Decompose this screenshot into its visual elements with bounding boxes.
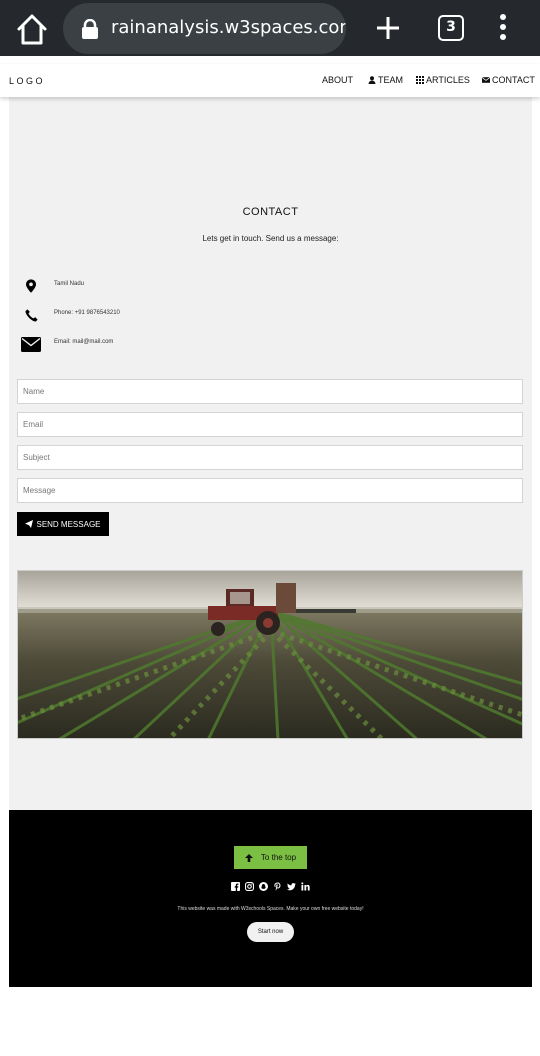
nav-articles-label: ARTICLES bbox=[426, 75, 470, 85]
arrow-up-icon bbox=[244, 853, 253, 862]
instagram-icon[interactable] bbox=[245, 881, 255, 891]
contact-title: CONTACT bbox=[242, 206, 299, 218]
more-vert-icon[interactable] bbox=[498, 14, 508, 42]
envelope-icon bbox=[482, 77, 490, 83]
lock-icon bbox=[81, 18, 99, 39]
envelope-icon bbox=[20, 335, 42, 353]
start-now-button[interactable]: Start now bbox=[247, 922, 294, 942]
site-footer: To the top This website was made with W3… bbox=[9, 810, 532, 987]
tractor-field-image bbox=[17, 570, 523, 739]
contact-subtitle: Lets get in touch. Send us a message: bbox=[202, 234, 339, 243]
social-links bbox=[9, 881, 532, 891]
url-text: rainanalysis.w3spaces.com/in bbox=[111, 17, 346, 38]
user-icon bbox=[368, 76, 376, 84]
to-the-top-label: To the top bbox=[260, 853, 297, 862]
email-field[interactable] bbox=[17, 412, 523, 437]
nav-team[interactable]: TEAM bbox=[368, 75, 403, 85]
snapchat-icon[interactable] bbox=[259, 881, 269, 891]
subject-field[interactable] bbox=[17, 445, 523, 470]
nav-about-label: ABOUT bbox=[322, 75, 354, 85]
phone-icon bbox=[20, 306, 42, 324]
send-message-label: SEND MESSAGE bbox=[36, 519, 101, 529]
nav-contact[interactable]: CONTACT bbox=[482, 75, 535, 85]
pinterest-icon[interactable] bbox=[273, 881, 283, 891]
nav-articles[interactable]: ARTICLES bbox=[416, 75, 470, 85]
message-field[interactable] bbox=[17, 478, 523, 503]
paper-plane-icon bbox=[25, 520, 34, 528]
home-icon[interactable] bbox=[14, 11, 50, 47]
tab-switcher-button[interactable]: 3 bbox=[438, 15, 464, 41]
to-the-top-button[interactable]: To the top bbox=[234, 846, 307, 869]
location-text: Tamil Nadu bbox=[54, 281, 85, 287]
new-tab-icon[interactable] bbox=[372, 12, 404, 44]
contact-section: CONTACT Lets get in touch. Send us a mes… bbox=[9, 97, 532, 810]
site-logo[interactable]: LOGO bbox=[9, 76, 45, 86]
twitter-icon[interactable] bbox=[287, 881, 297, 891]
nav-about[interactable]: ABOUT bbox=[322, 75, 353, 85]
email-text: Email: mail@mail.com bbox=[54, 339, 114, 345]
grid-icon bbox=[416, 76, 424, 84]
map-marker-icon bbox=[20, 277, 42, 295]
nav-contact-label: CONTACT bbox=[492, 75, 535, 85]
facebook-icon[interactable] bbox=[231, 881, 241, 891]
address-bar[interactable]: rainanalysis.w3spaces.com/in bbox=[63, 3, 346, 54]
browser-toolbar: rainanalysis.w3spaces.com/in 3 bbox=[0, 0, 540, 56]
site-navbar: LOGO ABOUT TEAM ARTICLES CONTACT bbox=[0, 64, 540, 97]
phone-text: Phone: +91 9876543210 bbox=[54, 310, 120, 316]
nav-team-label: TEAM bbox=[378, 75, 404, 85]
footer-note: This website was made with W3schools Spa… bbox=[177, 906, 364, 912]
send-message-button[interactable]: SEND MESSAGE bbox=[17, 512, 109, 536]
linkedin-icon[interactable] bbox=[301, 881, 311, 891]
name-field[interactable] bbox=[17, 379, 523, 404]
